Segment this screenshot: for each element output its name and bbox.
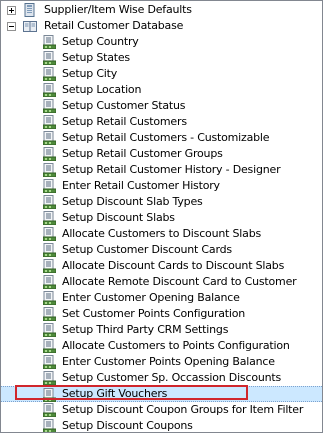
tree-item[interactable]: Setup Discount Coupon Groups for Item Fi…: [1, 402, 322, 418]
tree-item-label: Enter Customer Points Opening Balance: [62, 355, 275, 368]
document-item-icon: [42, 115, 57, 130]
highlight-annotation: [15, 385, 248, 400]
tree-item[interactable]: Allocate Customers to Points Configurati…: [1, 338, 322, 354]
tree-item-label: Setup Retail Customer Groups: [62, 147, 223, 160]
tree-item[interactable]: Setup Retail Customers - Customizable: [1, 130, 322, 146]
document-item-icon: [42, 35, 57, 50]
tree-item[interactable]: Setup States: [1, 50, 322, 66]
tree-item-label: Setup Discount Slab Types: [62, 195, 203, 208]
tree-item-label: Set Customer Points Configuration: [62, 307, 246, 320]
tree-item[interactable]: Allocate Discount Cards to Discount Slab…: [1, 258, 322, 274]
database-icon: [23, 3, 37, 17]
document-item-icon: [42, 99, 57, 114]
tree-item-label: Supplier/Item Wise Defaults: [44, 3, 192, 16]
document-item-icon: [42, 243, 57, 258]
document-item-icon: [42, 307, 57, 322]
tree-item-label: Allocate Customers to Points Configurati…: [62, 339, 290, 352]
document-item-icon: [42, 195, 57, 210]
tree-item[interactable]: Allocate Remote Discount Card to Custome…: [1, 274, 322, 290]
tree-item-label: Setup Discount Coupons: [62, 419, 193, 432]
tree-item[interactable]: Enter Customer Points Opening Balance: [1, 354, 322, 370]
tree-view[interactable]: Supplier/Item Wise Defaults Retail Custom…: [0, 0, 323, 433]
document-item-icon: [42, 275, 57, 290]
tree-item-label: Setup States: [62, 51, 130, 64]
tree-node[interactable]: Supplier/Item Wise Defaults: [1, 2, 322, 18]
tree-item[interactable]: Setup Discount Slab Types: [1, 194, 322, 210]
tree-item[interactable]: Setup Discount Slabs: [1, 210, 322, 226]
document-item-icon: [42, 259, 57, 274]
tree-item-label: Setup City: [62, 67, 118, 80]
tree-item-label: Setup Retail Customer History - Designer: [62, 163, 281, 176]
document-item-icon: [42, 51, 57, 66]
tree-item-label: Setup Discount Coupon Groups for Item Fi…: [62, 403, 304, 416]
document-item-icon: [42, 83, 57, 98]
tree-item-label: Allocate Discount Cards to Discount Slab…: [62, 259, 285, 272]
document-item-icon: [42, 419, 57, 432]
document-item-icon: [42, 147, 57, 162]
tree-item-label: Retail Customer Database: [44, 19, 184, 32]
tree-item-label: Setup Customer Sp. Occassion Discounts: [62, 371, 282, 384]
document-item-icon: [42, 355, 57, 370]
document-item-icon: [42, 227, 57, 242]
tree-item[interactable]: Set Customer Points Configuration: [1, 306, 322, 322]
tree-item-label: Setup Retail Customers - Customizable: [62, 131, 270, 144]
tree-item-label: Setup Retail Customers: [62, 115, 187, 128]
tree-item[interactable]: Setup City: [1, 66, 322, 82]
tree-item[interactable]: Setup Customer Sp. Occassion Discounts: [1, 370, 322, 386]
document-item-icon: [42, 131, 57, 146]
tree-item-label: Setup Customer Discount Cards: [62, 243, 232, 256]
book-folder-icon: [23, 19, 37, 33]
tree-item[interactable]: Setup Discount Coupons: [1, 418, 322, 432]
tree-item[interactable]: Setup Customer Status: [1, 98, 322, 114]
document-item-icon: [42, 211, 57, 226]
document-item-icon: [42, 163, 57, 178]
tree-item[interactable]: Setup Retail Customer Groups: [1, 146, 322, 162]
tree-item-label: Setup Location: [62, 83, 142, 96]
tree-item-label: Enter Retail Customer History: [62, 179, 220, 192]
expand-icon[interactable]: [7, 6, 16, 15]
tree-item-label: Allocate Customers to Discount Slabs: [62, 227, 262, 240]
tree-item-label: Setup Country: [62, 35, 139, 48]
tree-item[interactable]: Setup Third Party CRM Settings: [1, 322, 322, 338]
document-item-icon: [42, 403, 57, 418]
document-item-icon: [42, 323, 57, 338]
document-item-icon: [42, 291, 57, 306]
document-item-icon: [42, 371, 57, 386]
tree-item[interactable]: Setup Country: [1, 34, 322, 50]
tree-item-label: Enter Customer Opening Balance: [62, 291, 240, 304]
document-item-icon: [42, 67, 57, 82]
tree-item-label: Allocate Remote Discount Card to Custome…: [62, 275, 297, 288]
tree-item[interactable]: Setup Retail Customers: [1, 114, 322, 130]
tree-item[interactable]: Setup Location: [1, 82, 322, 98]
document-item-icon: [42, 339, 57, 354]
tree-item[interactable]: Enter Customer Opening Balance: [1, 290, 322, 306]
tree-item[interactable]: Setup Customer Discount Cards: [1, 242, 322, 258]
tree-item-label: Setup Customer Status: [62, 99, 186, 112]
tree-item[interactable]: Enter Retail Customer History: [1, 178, 322, 194]
collapse-icon[interactable]: [7, 22, 16, 31]
tree-item-label: Setup Third Party CRM Settings: [62, 323, 229, 336]
document-item-icon: [42, 179, 57, 194]
tree-item-label: Setup Discount Slabs: [62, 211, 175, 224]
tree-item[interactable]: Setup Retail Customer History - Designer: [1, 162, 322, 178]
tree-node[interactable]: Retail Customer Database: [1, 18, 322, 34]
tree-item[interactable]: Allocate Customers to Discount Slabs: [1, 226, 322, 242]
